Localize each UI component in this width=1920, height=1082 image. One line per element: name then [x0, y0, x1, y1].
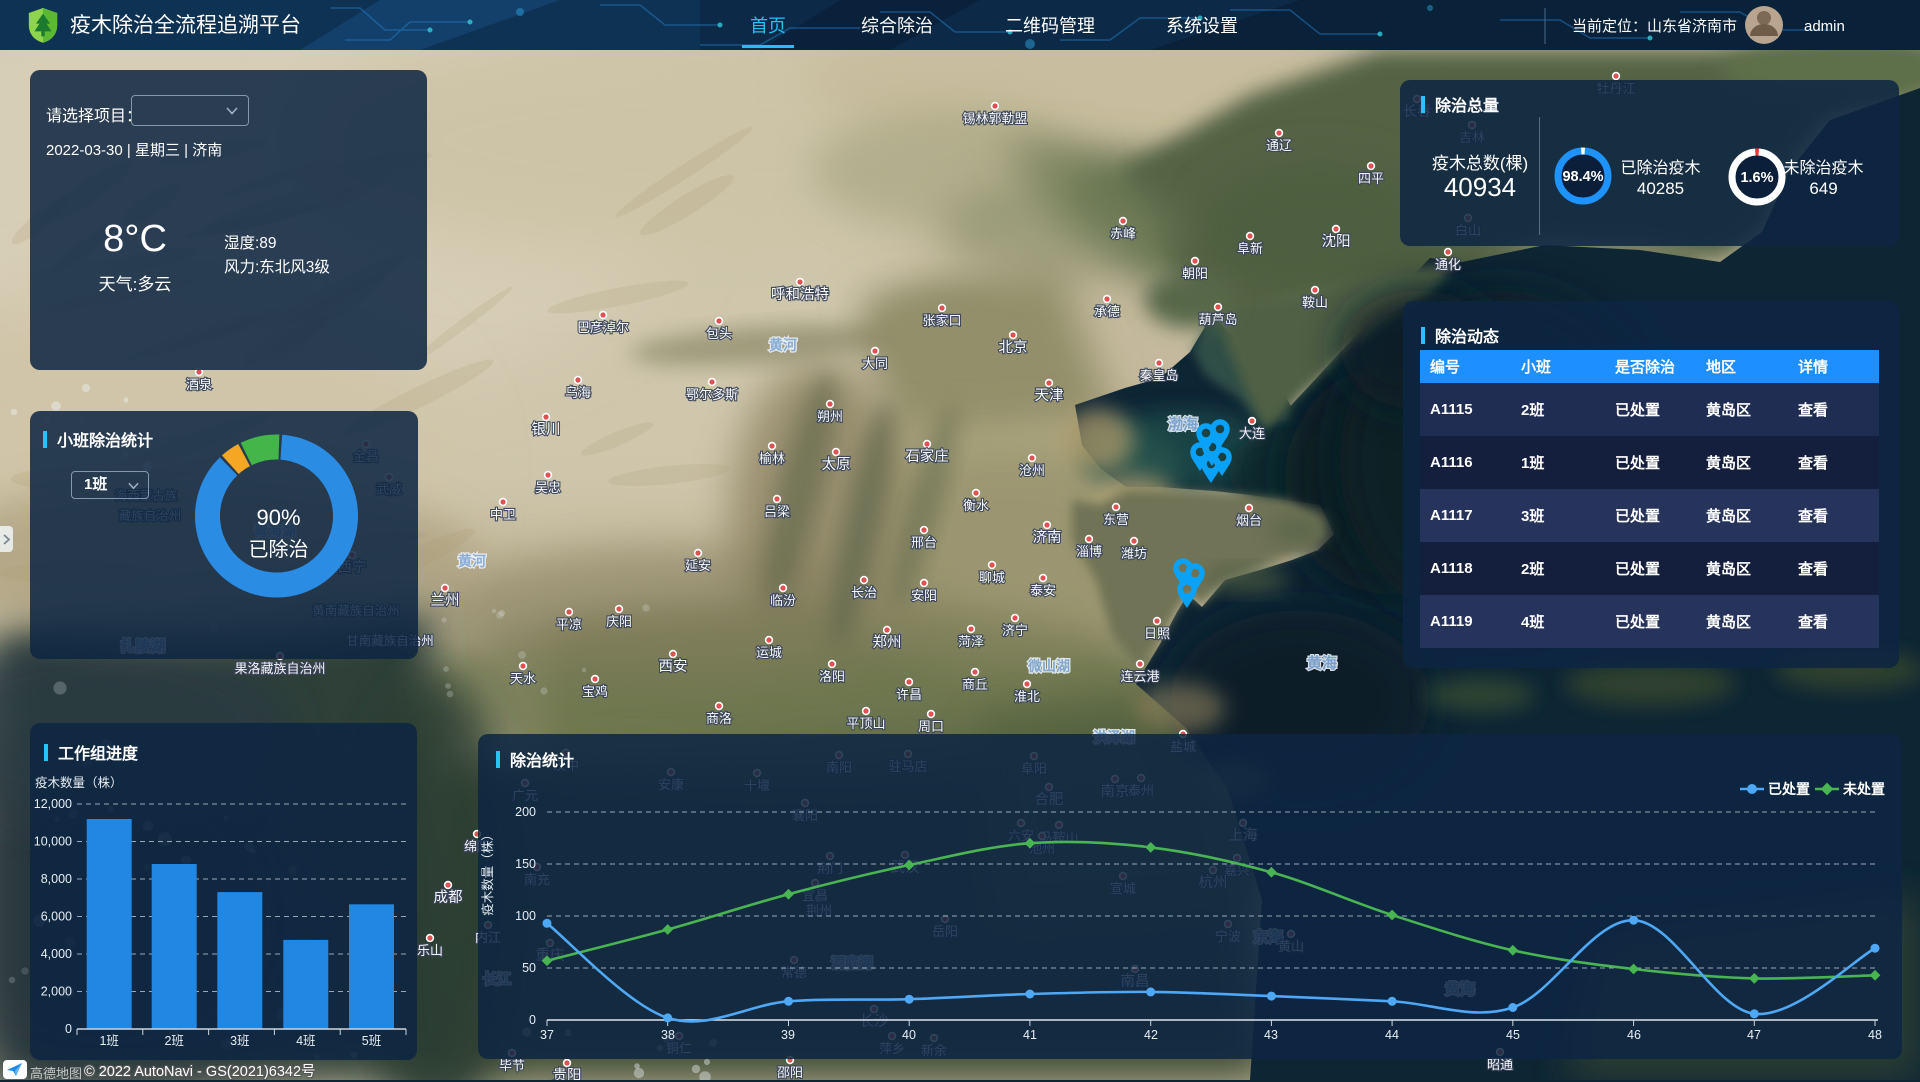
svg-text:44: 44	[1385, 1028, 1399, 1042]
svg-text:41: 41	[1023, 1028, 1037, 1042]
svg-text:39: 39	[781, 1028, 795, 1042]
svg-text:疫木数量（株）: 疫木数量（株）	[480, 828, 495, 916]
svg-text:48: 48	[1868, 1028, 1882, 1042]
svg-text:47: 47	[1747, 1028, 1761, 1042]
svg-text:46: 46	[1627, 1028, 1641, 1042]
svg-text:43: 43	[1264, 1028, 1278, 1042]
svg-text:admin: admin	[1804, 18, 1845, 35]
svg-text:42: 42	[1144, 1028, 1158, 1042]
svg-text:45: 45	[1506, 1028, 1520, 1042]
svg-text:当前定位：山东省济南市: 当前定位：山东省济南市	[1572, 18, 1737, 35]
svg-text:二维码管理: 二维码管理	[1005, 16, 1095, 36]
svg-text:40: 40	[902, 1028, 916, 1042]
svg-text:疫木除治全流程追溯平台: 疫木除治全流程追溯平台	[70, 14, 301, 37]
svg-text:已处置: 已处置	[1768, 781, 1810, 797]
svg-text:37: 37	[540, 1028, 554, 1042]
svg-text:38: 38	[661, 1028, 675, 1042]
svg-text:系统设置: 系统设置	[1166, 16, 1238, 36]
svg-text:200: 200	[515, 805, 536, 819]
svg-text:未处置: 未处置	[1843, 781, 1885, 797]
svg-text:首页: 首页	[750, 16, 786, 36]
svg-text:综合除治: 综合除治	[861, 16, 933, 36]
svg-text:0: 0	[529, 1013, 536, 1027]
svg-text:150: 150	[515, 857, 536, 871]
svg-text:50: 50	[522, 961, 536, 975]
svg-text:100: 100	[515, 909, 536, 923]
